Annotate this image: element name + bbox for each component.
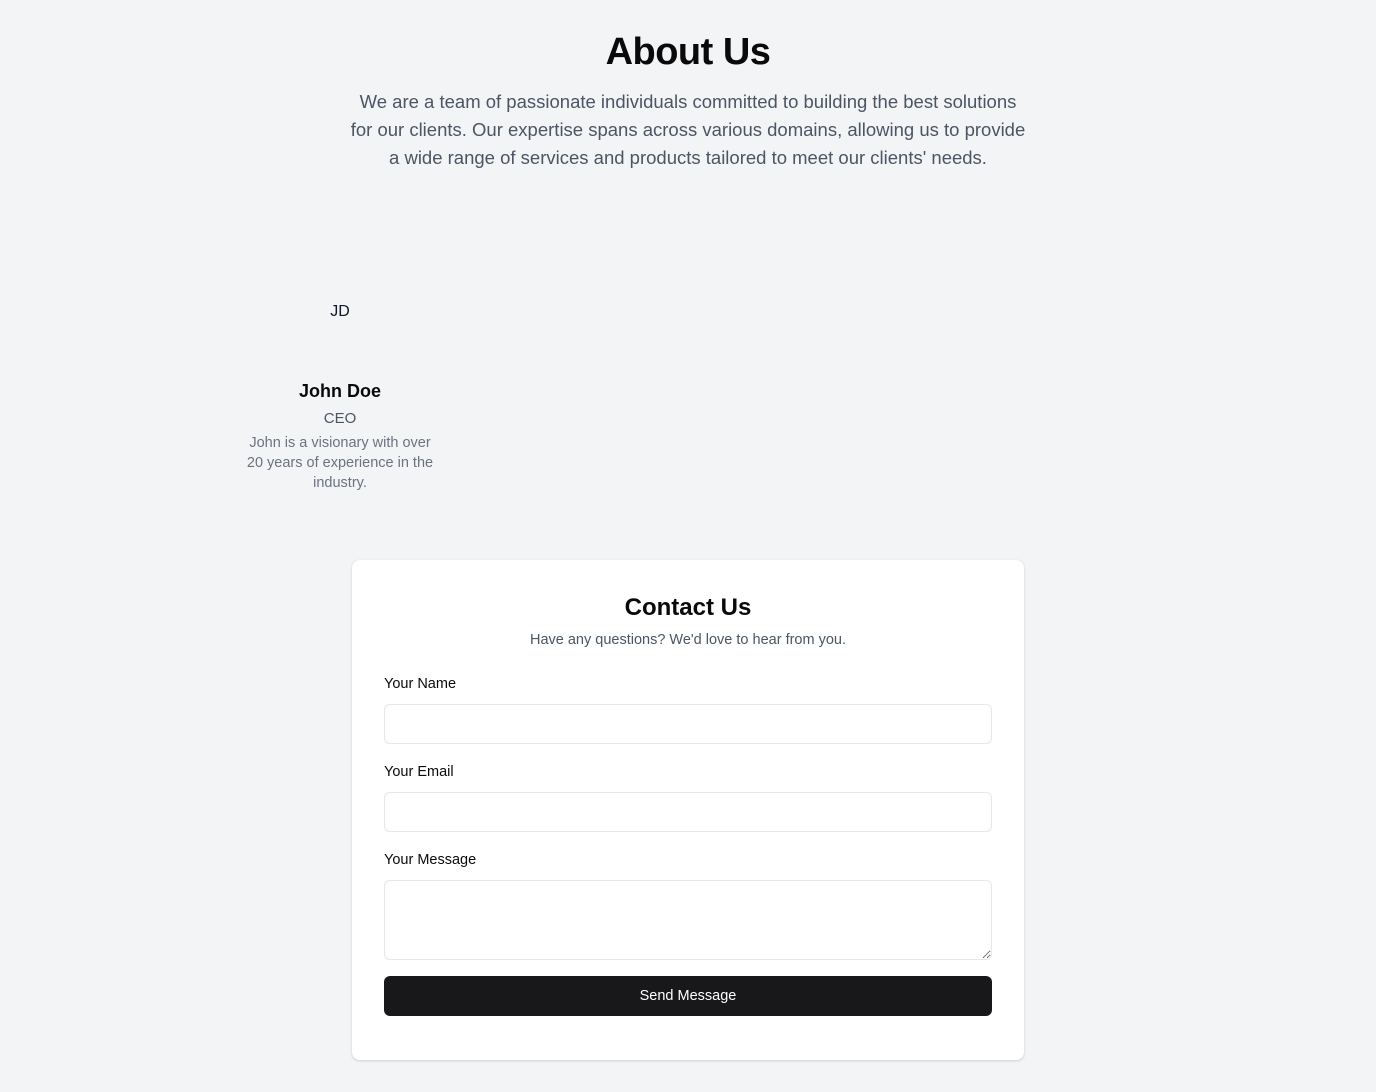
about-section: About Us We are a team of passionate ind… bbox=[0, 0, 1376, 172]
team-member-role: CEO bbox=[323, 410, 357, 427]
avatar: JD bbox=[296, 268, 384, 356]
email-field-group: Your Email bbox=[384, 762, 992, 832]
name-input[interactable] bbox=[384, 704, 992, 744]
email-input[interactable] bbox=[384, 792, 992, 832]
name-label: Your Name bbox=[384, 676, 457, 692]
team-member-name: John Doe bbox=[298, 381, 381, 401]
contact-subtitle: Have any questions? We'd love to hear fr… bbox=[529, 632, 847, 648]
avatar-initials: JD bbox=[330, 303, 350, 320]
contact-form-card: Contact Us Have any questions? We'd love… bbox=[352, 560, 1024, 1060]
message-textarea[interactable] bbox=[384, 880, 992, 960]
email-label: Your Email bbox=[384, 764, 454, 780]
about-title: About Us bbox=[605, 31, 771, 73]
send-message-button[interactable]: Send Message bbox=[384, 976, 992, 1016]
about-description: We are a team of passionate individuals … bbox=[350, 91, 1026, 168]
team-member-bio: John is a visionary with over 20 years o… bbox=[246, 435, 434, 491]
message-label: Your Message bbox=[384, 852, 477, 868]
message-field-group: Your Message bbox=[384, 850, 992, 960]
team-member-card: JD John Doe CEO John is a visionary with… bbox=[240, 268, 440, 493]
contact-title: Contact Us bbox=[624, 594, 752, 621]
name-field-group: Your Name bbox=[384, 674, 992, 744]
